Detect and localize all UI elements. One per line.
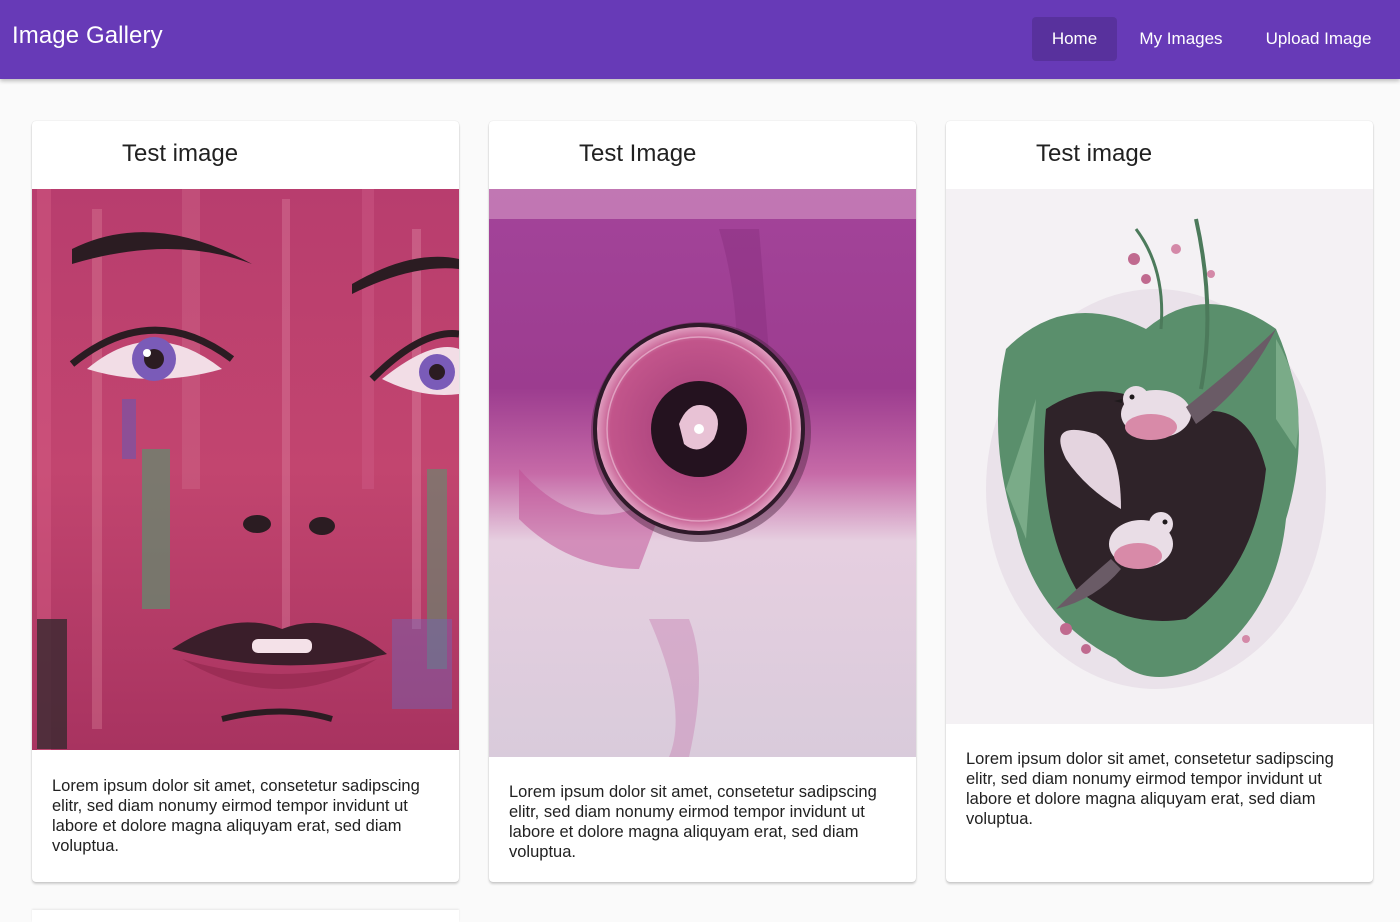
card-title: Test image [122,140,239,167]
nav-upload-image-button[interactable]: Upload Image [1250,17,1387,61]
image-card[interactable]: Test image Lorem ipsum dolor sit amet, c… [946,121,1373,882]
card-title: Test image [1036,140,1153,167]
card-title: Test Image [579,140,697,167]
card-description: Lorem ipsum dolor sit amet, consetetur s… [966,750,1334,828]
card-image[interactable] [489,189,916,757]
next-row-card-edge [32,910,459,922]
card-description: Lorem ipsum dolor sit amet, consetetur s… [52,777,420,855]
nav-my-images-button[interactable]: My Images [1126,17,1236,61]
card-description: Lorem ipsum dolor sit amet, consetetur s… [509,783,877,861]
card-image[interactable] [32,189,459,750]
image-card[interactable]: Test image Lorem ipsum dolor sit amet, c… [32,121,459,882]
top-toolbar: Image Gallery Home My Images Upload Imag… [0,0,1400,79]
nav-home-button[interactable]: Home [1032,17,1117,61]
image-card[interactable]: Test Image Lorem ipsum dolor sit amet, c… [489,121,916,882]
card-image[interactable] [946,189,1373,724]
app-title[interactable]: Image Gallery [12,22,163,50]
